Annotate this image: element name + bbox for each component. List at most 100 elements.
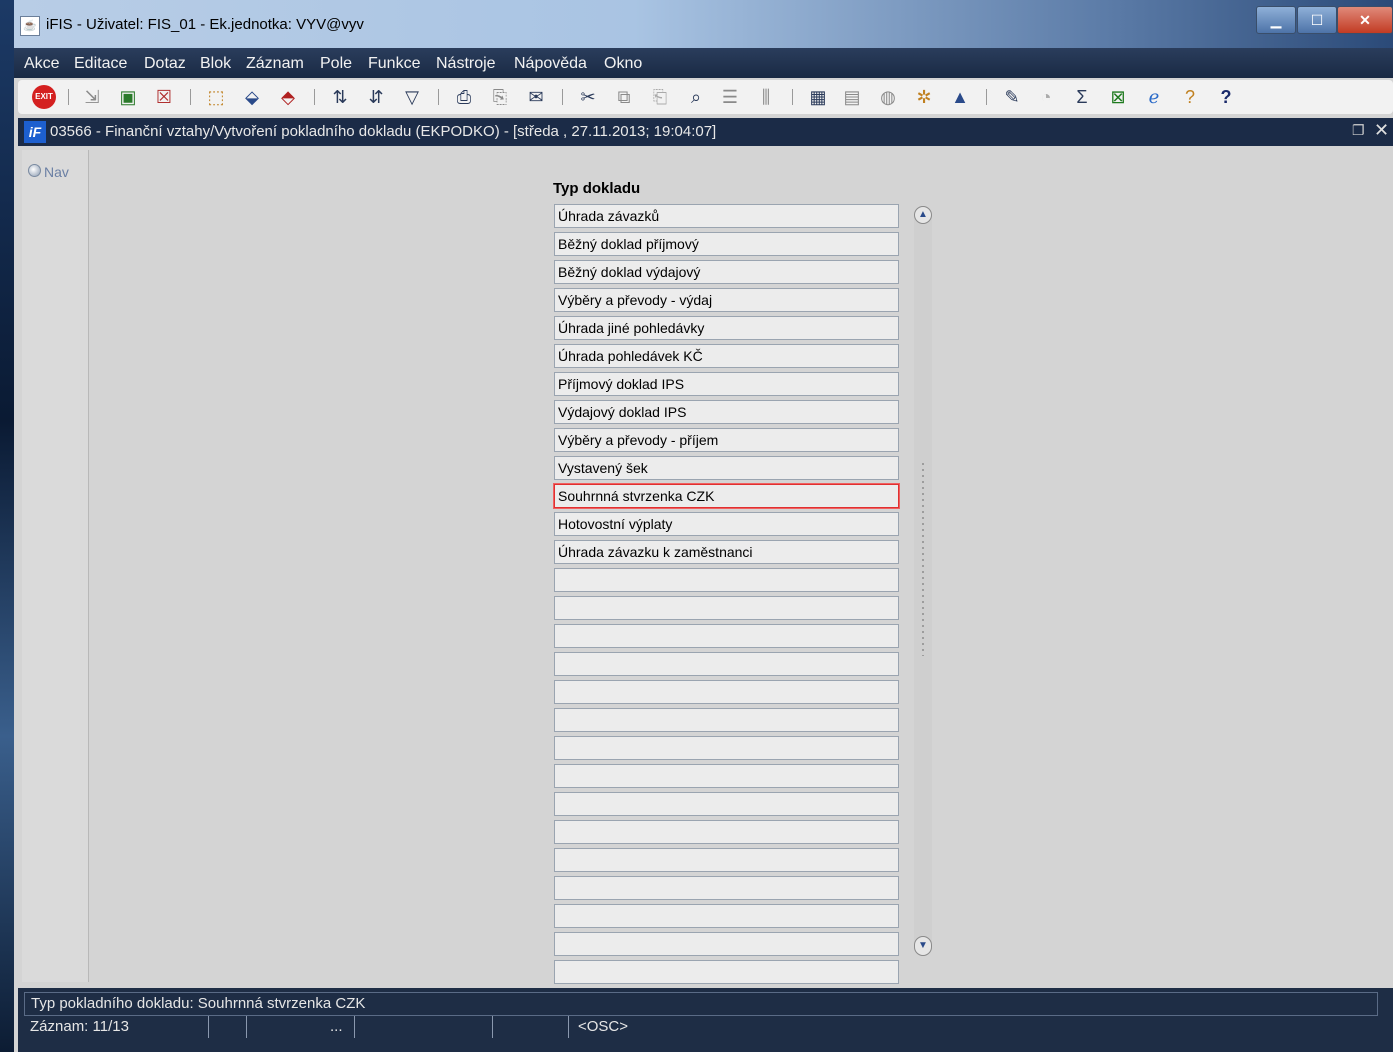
cancel-query-icon[interactable]: ⬘ xyxy=(276,85,300,109)
chart-icon[interactable]: ▲ xyxy=(948,85,972,109)
menu-akce[interactable]: Akce xyxy=(24,55,60,73)
report-icon[interactable]: ▤ xyxy=(840,85,864,109)
menu-editace[interactable]: Editace xyxy=(74,55,127,73)
find-icon[interactable]: ⌕ xyxy=(684,85,708,109)
menu-dotaz[interactable]: Dotaz xyxy=(144,55,186,73)
cut-icon[interactable]: ✂ xyxy=(576,85,600,109)
split-icon[interactable]: ⫼ xyxy=(754,85,778,109)
list-item[interactable] xyxy=(554,960,899,984)
list-item[interactable]: Vystavený šek xyxy=(554,456,899,480)
list-item[interactable]: Souhrnná stvrzenka CZK xyxy=(554,484,899,508)
document-type-list: Úhrada závazků Běžný doklad příjmový Běžný… xyxy=(554,204,899,1044)
notes-icon[interactable]: ✎ xyxy=(1000,85,1024,109)
list-item[interactable]: Výdajový doklad IPS xyxy=(554,400,899,424)
toolbar-separator xyxy=(68,89,69,105)
print-preview-icon[interactable]: ⎘ xyxy=(488,85,512,109)
nav-radio-icon[interactable] xyxy=(28,164,41,177)
scroll-up-icon[interactable]: ▲ xyxy=(914,206,932,224)
list-item[interactable]: Běžný doklad příjmový xyxy=(554,232,899,256)
query-icon[interactable]: ⬚ xyxy=(204,85,228,109)
list-item[interactable] xyxy=(554,652,899,676)
list-item[interactable] xyxy=(554,624,899,648)
list-item[interactable]: Výběry a převody - výdaj xyxy=(554,288,899,312)
clock-icon[interactable]: ◔ xyxy=(1034,85,1058,109)
toolbar-separator xyxy=(562,89,563,105)
help-context-icon[interactable]: ? xyxy=(1178,85,1202,109)
menu-pole[interactable]: Pole xyxy=(320,55,352,73)
list-item[interactable]: Úhrada jiné pohledávky xyxy=(554,316,899,340)
java-app-icon: ☕ xyxy=(20,16,40,36)
menu-zaznam[interactable]: Záznam xyxy=(246,55,304,73)
window-titlebar[interactable]: ☕ iFIS - Uživatel: FIS_01 - Ek.jednotka:… xyxy=(14,0,1393,48)
list-item[interactable] xyxy=(554,596,899,620)
status-message: Typ pokladního dokladu: Souhrnná stvrzen… xyxy=(24,992,1378,1016)
list-scrollbar[interactable]: ▲ ▼ xyxy=(914,206,932,956)
save-icon[interactable]: ⇲ xyxy=(80,85,104,109)
list-item[interactable] xyxy=(554,820,899,844)
excel-icon[interactable]: ⊠ xyxy=(1106,85,1130,109)
form-titlebar[interactable]: iF 03566 - Finanční vztahy/Vytvoření pok… xyxy=(18,118,1393,146)
list-item[interactable]: Úhrada pohledávek KČ xyxy=(554,344,899,368)
mail-icon[interactable]: ✉ xyxy=(524,85,548,109)
calculator-icon[interactable]: ▦ xyxy=(806,85,830,109)
menu-funkce[interactable]: Funkce xyxy=(368,55,420,73)
ifis-form-icon: iF xyxy=(24,121,46,143)
maximize-button[interactable]: ☐ xyxy=(1297,6,1337,34)
desktop-background xyxy=(0,0,14,1052)
list-item[interactable]: Hotovostní výplaty xyxy=(554,512,899,536)
list-item[interactable]: Úhrada závazků xyxy=(554,204,899,228)
menu-blok[interactable]: Blok xyxy=(200,55,231,73)
nav-label[interactable]: Nav xyxy=(44,164,69,180)
list-item[interactable]: Běžný doklad výdajový xyxy=(554,260,899,284)
restore-icon[interactable]: ❐ xyxy=(1352,122,1365,139)
print-icon[interactable]: ⎙ xyxy=(452,85,476,109)
sort-asc-icon[interactable]: ⇅ xyxy=(328,85,352,109)
sum-icon[interactable]: Σ xyxy=(1070,85,1094,109)
toolbar-separator xyxy=(986,89,987,105)
list-item[interactable] xyxy=(554,792,899,816)
status-divider xyxy=(246,1016,247,1038)
list-item[interactable] xyxy=(554,904,899,928)
list-icon[interactable]: ☰ xyxy=(718,85,742,109)
ie-icon[interactable]: ℯ xyxy=(1142,85,1166,109)
status-mode: <OSC> xyxy=(578,1018,629,1035)
filter-icon[interactable]: ▽ xyxy=(400,85,424,109)
toolbar-separator xyxy=(792,89,793,105)
minimize-button[interactable]: ▁ xyxy=(1256,6,1296,34)
paste-icon[interactable]: ⎗ xyxy=(648,85,672,109)
list-item[interactable] xyxy=(554,932,899,956)
status-bar: Typ pokladního dokladu: Souhrnná stvrzen… xyxy=(18,988,1393,1052)
list-item[interactable] xyxy=(554,680,899,704)
sort-desc-icon[interactable]: ⇵ xyxy=(364,85,388,109)
list-item[interactable] xyxy=(554,568,899,592)
menu-nastroje[interactable]: Nástroje xyxy=(436,55,496,73)
exit-icon[interactable]: EXIT xyxy=(32,85,56,109)
list-item[interactable] xyxy=(554,876,899,900)
list-item[interactable] xyxy=(554,736,899,760)
scroll-down-icon[interactable]: ▼ xyxy=(914,936,932,956)
execute-query-icon[interactable]: ⬙ xyxy=(240,85,264,109)
form-content: Nav Typ dokladu Úhrada závazků Běžný dokl… xyxy=(18,146,1393,1040)
list-item[interactable] xyxy=(554,764,899,788)
close-button[interactable]: ✕ xyxy=(1337,6,1393,34)
delete-record-icon[interactable]: ☒ xyxy=(152,85,176,109)
globe-icon[interactable]: ◍ xyxy=(876,85,900,109)
close-icon[interactable]: ✕ xyxy=(1374,120,1389,141)
list-item[interactable]: Příjmový doklad IPS xyxy=(554,372,899,396)
gear-icon[interactable]: ✲ xyxy=(912,85,936,109)
menu-bar: Akce Editace Dotaz Blok Záznam Pole Funk… xyxy=(14,48,1393,78)
form-title: 03566 - Finanční vztahy/Vytvoření poklad… xyxy=(50,123,717,140)
status-divider xyxy=(208,1016,209,1038)
help-icon[interactable]: ? xyxy=(1214,85,1238,109)
list-item[interactable] xyxy=(554,708,899,732)
list-item[interactable]: Úhrada závazku k zaměstnanci xyxy=(554,540,899,564)
copy-icon[interactable]: ⧉ xyxy=(612,85,636,109)
list-item[interactable]: Výběry a převody - příjem xyxy=(554,428,899,452)
menu-napoveda[interactable]: Nápověda xyxy=(514,55,587,73)
insert-record-icon[interactable]: ▣ xyxy=(116,85,140,109)
status-line: Záznam: 11/13 ... <OSC> xyxy=(24,1016,1378,1038)
menu-okno[interactable]: Okno xyxy=(604,55,642,73)
toolbar-separator xyxy=(438,89,439,105)
list-item[interactable] xyxy=(554,848,899,872)
scroll-thumb[interactable] xyxy=(920,461,926,656)
